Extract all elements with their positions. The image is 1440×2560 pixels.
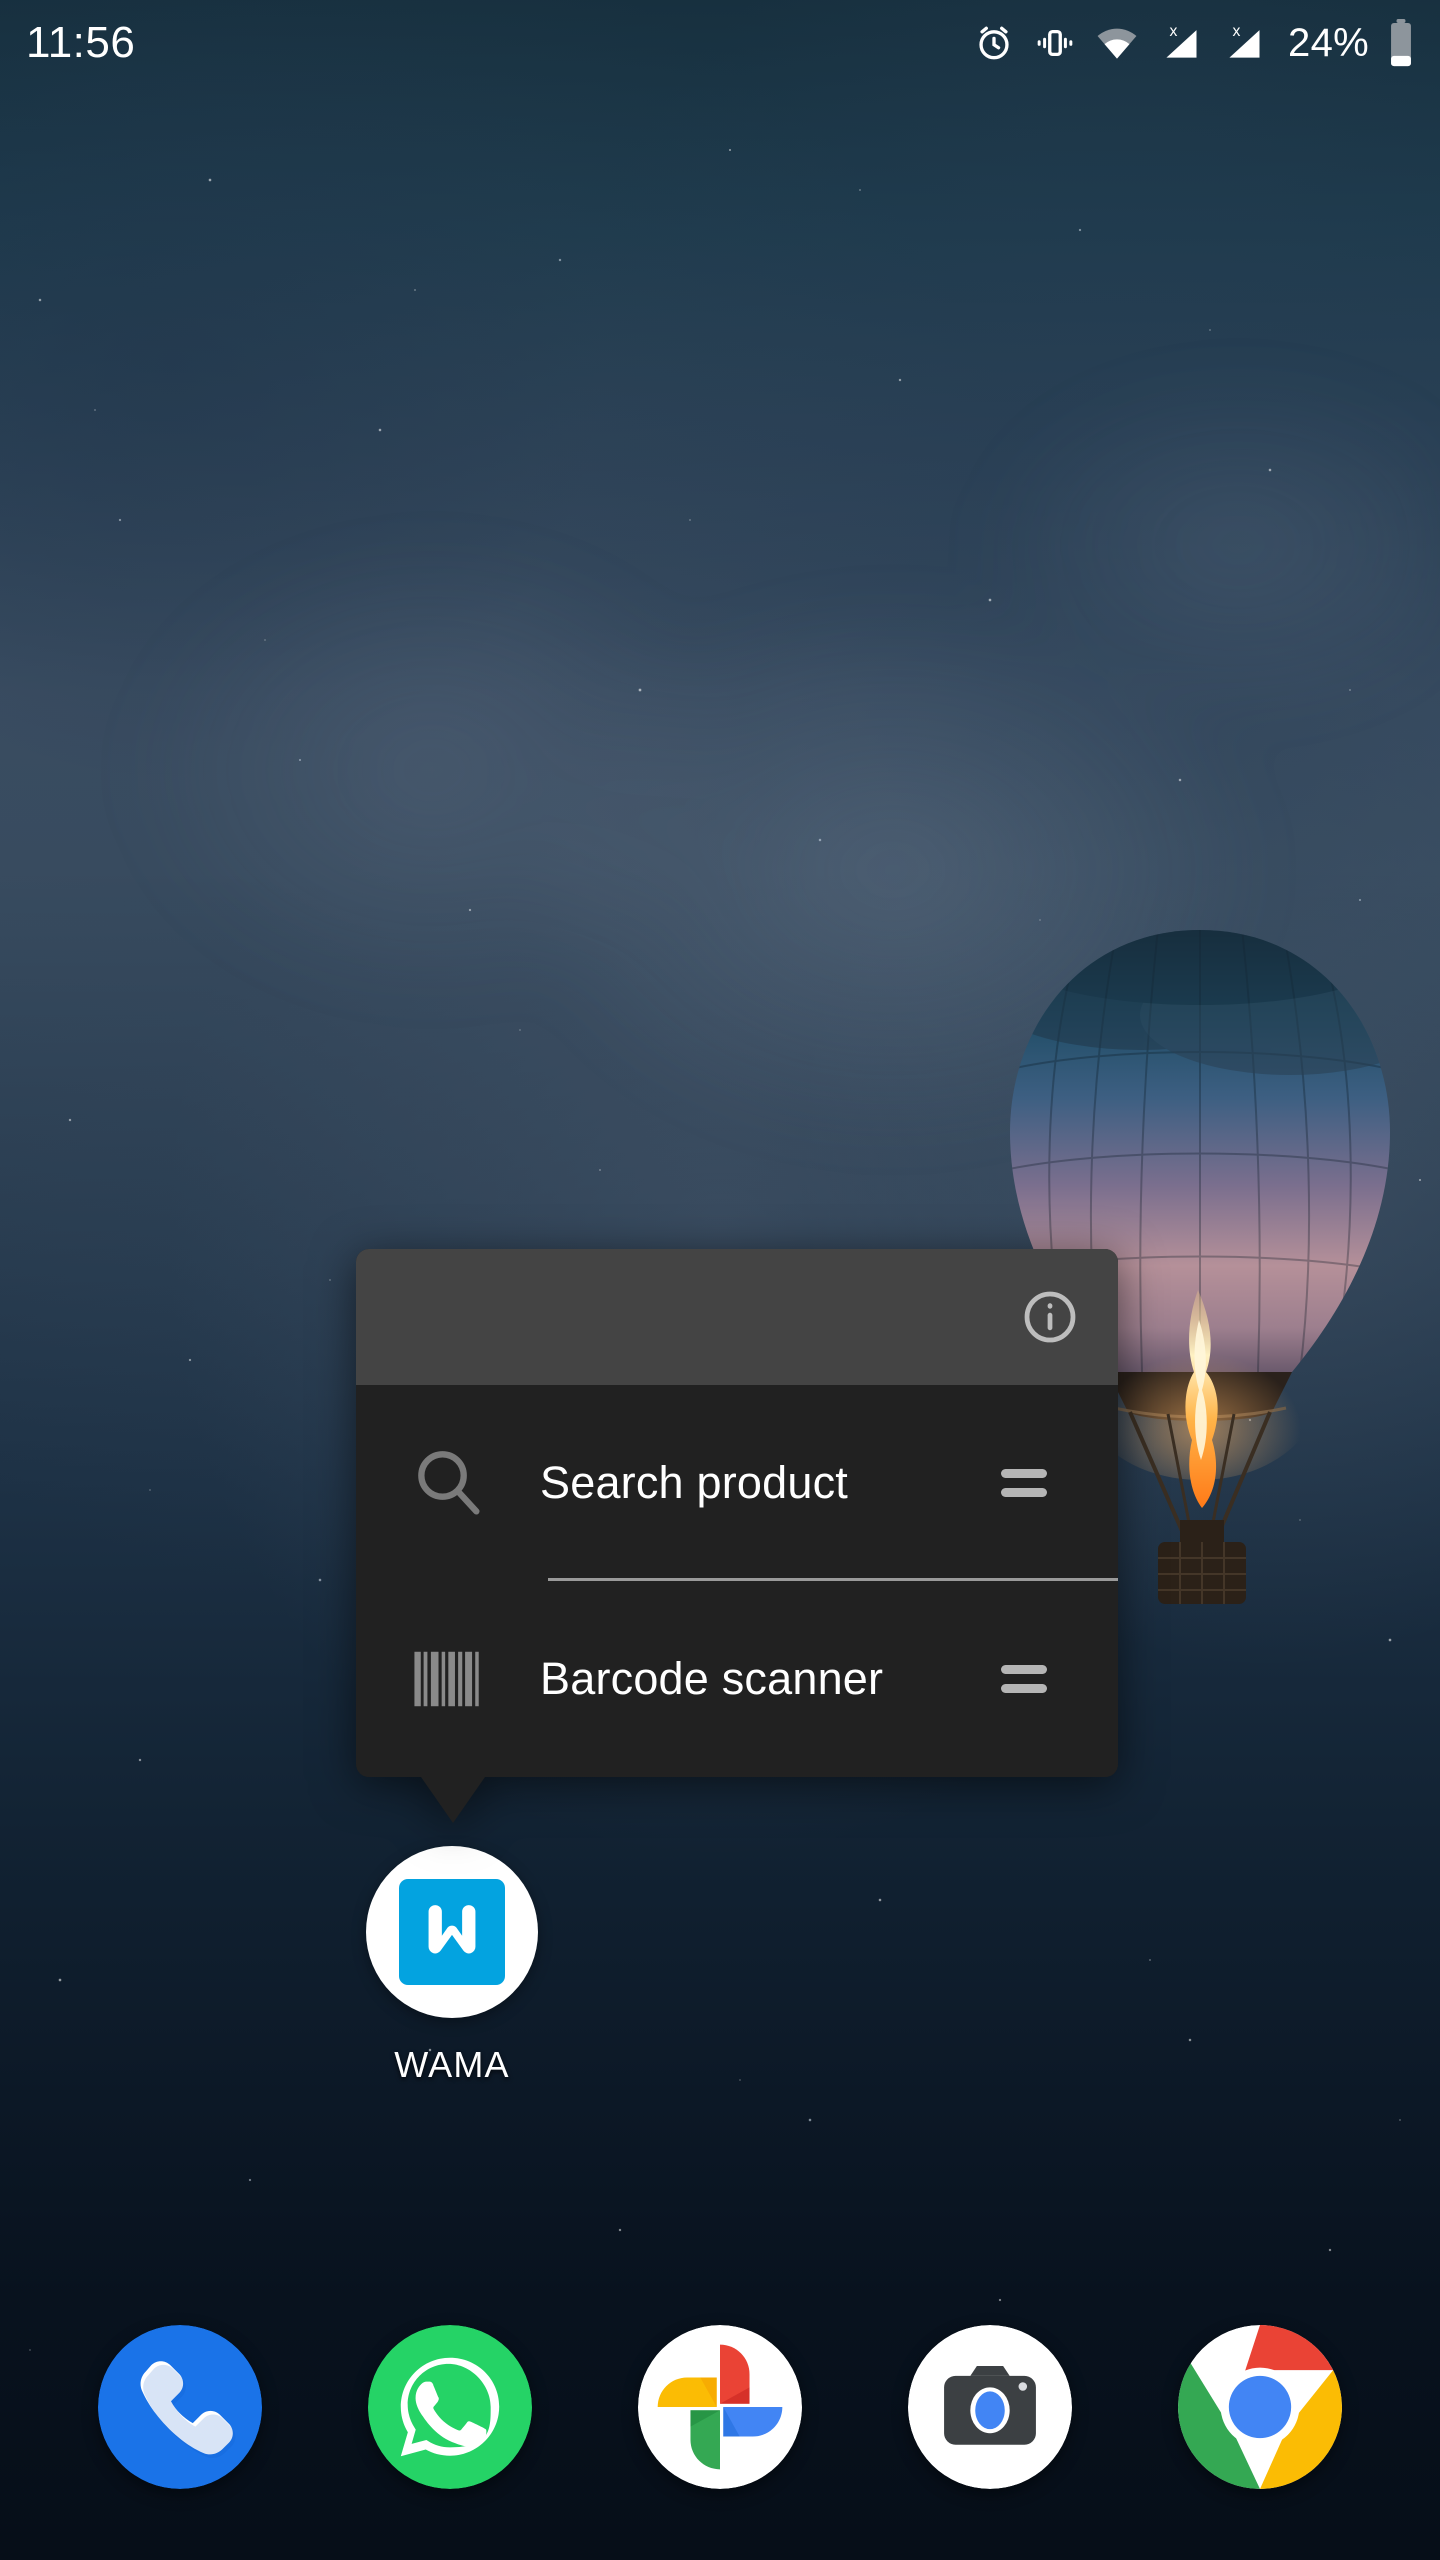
app-icon-label: WAMA (394, 2044, 510, 2085)
shortcut-row-barcode-scanner[interactable]: Barcode scanner (356, 1581, 1118, 1777)
google-photos-app-icon[interactable] (638, 2325, 802, 2489)
svg-text:x: x (1169, 23, 1177, 40)
wifi-icon (1095, 21, 1139, 65)
wama-logo-icon (399, 1879, 505, 1985)
app-info-icon[interactable] (1020, 1287, 1080, 1347)
status-bar-clock: 11:56 (26, 18, 136, 67)
battery-icon (1388, 19, 1414, 67)
shortcut-label: Search product (540, 1457, 848, 1508)
drag-handle-icon[interactable] (994, 1665, 1054, 1693)
handle-bar-bottom (1001, 1488, 1047, 1497)
app-icon-wama[interactable]: WAMA (364, 1846, 540, 2086)
status-bar[interactable]: 11:56 x x 24% (0, 0, 1440, 86)
barcode-icon (400, 1641, 496, 1717)
shortcut-label: Barcode scanner (540, 1653, 884, 1704)
shortcut-row-search-product[interactable]: Search product (356, 1385, 1118, 1581)
handle-bar-top (1001, 1665, 1047, 1674)
popup-pointer-tail (421, 1777, 485, 1823)
drag-handle-icon[interactable] (994, 1469, 1054, 1497)
search-icon (400, 1442, 496, 1524)
camera-app-icon[interactable] (908, 2325, 1072, 2489)
svg-text:x: x (1232, 23, 1240, 40)
vibrate-icon (1034, 22, 1076, 64)
chrome-app-icon[interactable] (1178, 2325, 1342, 2489)
battery-percent-label: 24% (1288, 20, 1369, 65)
app-shortcut-popup: Search product Barcode scanner (356, 1249, 1118, 1823)
handle-bar-bottom (1001, 1684, 1047, 1693)
wama-icon-circle[interactable] (366, 1846, 538, 2018)
dock (0, 2322, 1440, 2492)
sim1-no-service-icon: x (1158, 21, 1202, 65)
handle-bar-top (1001, 1469, 1047, 1478)
popup-header (356, 1249, 1118, 1385)
whatsapp-app-icon[interactable] (368, 2325, 532, 2489)
status-bar-icons: x x 24% (973, 19, 1414, 67)
alarm-icon (973, 22, 1015, 64)
sim2-no-service-icon: x (1221, 21, 1265, 65)
phone-app-icon[interactable] (98, 2325, 262, 2489)
android-home-screen: 11:56 x x 24% Search product Barcode sca… (0, 0, 1440, 2560)
